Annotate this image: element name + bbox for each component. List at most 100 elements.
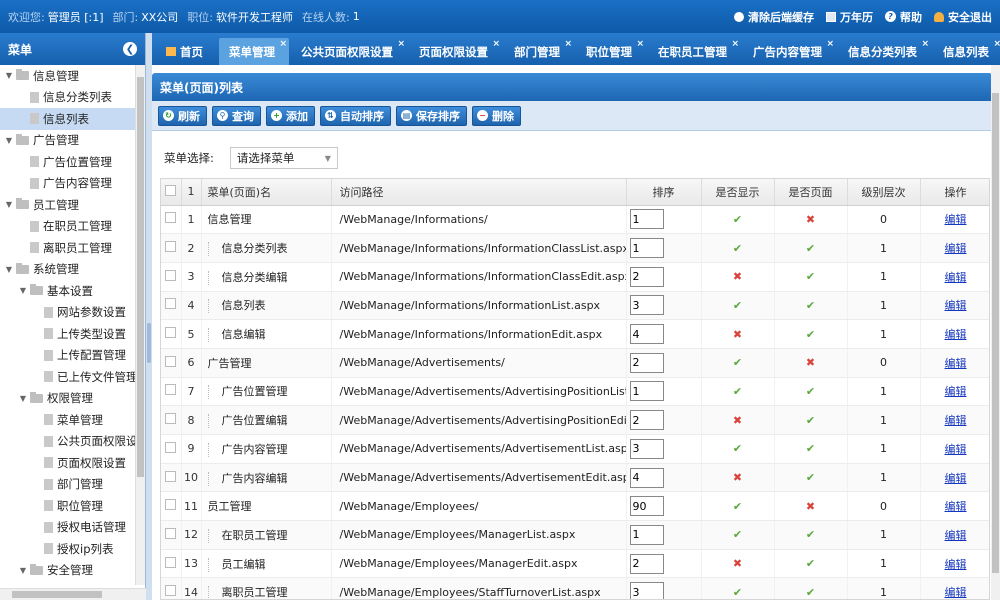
sort-input[interactable] — [629, 582, 664, 599]
tab[interactable]: 公共页面权限设置 × — [291, 38, 407, 65]
sort-input[interactable] — [629, 553, 664, 574]
tab[interactable]: 部门管理 × — [504, 38, 574, 65]
edit-link[interactable]: 编辑 — [945, 271, 967, 284]
sidebar-hscrollbar[interactable] — [0, 588, 146, 600]
sort-input[interactable] — [629, 524, 664, 545]
sidebar-item[interactable]: ▼ 系统管理 — [0, 259, 145, 281]
refresh-button[interactable]: ↻ 刷新 — [158, 105, 207, 126]
col-path[interactable]: 访问路径 — [331, 179, 627, 206]
expand-toggle-icon[interactable]: ▼ — [4, 200, 14, 209]
row-checkbox[interactable] — [161, 377, 182, 407]
tab[interactable]: 页面权限设置 × — [409, 38, 502, 65]
sidebar-item[interactable]: 公共页面权限设 — [0, 431, 145, 453]
col-page[interactable]: 是否页面 — [774, 179, 848, 206]
sidebar-item[interactable]: ▼ 基本设置 — [0, 280, 145, 302]
sidebar-item[interactable]: 已上传文件管理 — [0, 366, 145, 388]
edit-link[interactable]: 编辑 — [945, 500, 967, 513]
expand-toggle-icon[interactable]: ▼ — [18, 394, 28, 403]
tab[interactable]: 广告内容管理 × — [743, 38, 836, 65]
save-sort-button[interactable]: ▤ 保存排序 — [396, 105, 467, 126]
edit-link[interactable]: 编辑 — [945, 213, 967, 226]
sidebar-item[interactable]: 菜单管理 — [0, 409, 145, 431]
sort-input[interactable] — [629, 324, 664, 345]
edit-link[interactable]: 编辑 — [945, 357, 967, 370]
sidebar-item[interactable]: 部门管理 — [0, 474, 145, 496]
row-checkbox[interactable] — [161, 434, 182, 464]
row-checkbox[interactable] — [161, 549, 182, 579]
sidebar-item[interactable]: ▼ 信息管理 — [0, 65, 145, 87]
sidebar-item[interactable]: ▼ 权限管理 — [0, 388, 145, 410]
row-checkbox[interactable] — [161, 491, 182, 522]
tab[interactable]: 信息分类列表 × — [838, 38, 931, 65]
close-icon[interactable]: × — [636, 39, 644, 49]
col-show[interactable]: 是否显示 — [701, 179, 775, 206]
edit-link[interactable]: 编辑 — [945, 414, 967, 427]
sort-input[interactable] — [629, 496, 664, 517]
edit-link[interactable]: 编辑 — [945, 586, 967, 599]
row-checkbox[interactable] — [161, 291, 182, 321]
sidebar-item[interactable]: 在职员工管理 — [0, 216, 145, 238]
close-icon[interactable]: × — [731, 39, 739, 49]
row-checkbox[interactable] — [161, 577, 182, 599]
row-checkbox[interactable] — [161, 405, 182, 435]
sidebar-item[interactable]: ▼ 广告管理 — [0, 130, 145, 152]
sort-input[interactable] — [629, 238, 664, 259]
row-checkbox[interactable] — [161, 463, 182, 493]
sort-input[interactable] — [629, 266, 664, 287]
sidebar-item[interactable]: ▼ 员工管理 — [0, 194, 145, 216]
calendar-link[interactable]: 万年历 — [826, 9, 873, 25]
close-icon[interactable]: × — [993, 39, 1000, 49]
search-button[interactable]: ⚲ 查询 — [212, 105, 261, 126]
expand-toggle-icon[interactable]: ▼ — [4, 71, 14, 80]
sidebar-item[interactable]: 广告内容管理 — [0, 173, 145, 195]
row-checkbox[interactable] — [161, 520, 182, 550]
sidebar-item[interactable]: 广告位置管理 — [0, 151, 145, 173]
expand-toggle-icon[interactable]: ▼ — [18, 566, 28, 575]
col-name[interactable]: 菜单(页面)名 — [201, 179, 332, 206]
sidebar-item[interactable]: 上传配置管理 — [0, 345, 145, 367]
collapse-icon[interactable]: ❮ — [123, 42, 137, 56]
edit-link[interactable]: 编辑 — [945, 529, 967, 542]
sort-input[interactable] — [629, 295, 664, 316]
sort-input[interactable] — [629, 438, 664, 459]
row-checkbox[interactable] — [161, 319, 182, 349]
edit-link[interactable]: 编辑 — [945, 242, 967, 255]
sort-input[interactable] — [629, 352, 664, 373]
sidebar-item[interactable]: 网站参数设置 — [0, 302, 145, 324]
tab[interactable]: 在职员工管理 × — [648, 38, 741, 65]
expand-toggle-icon[interactable]: ▼ — [4, 265, 14, 274]
col-sort[interactable]: 排序 — [626, 179, 702, 206]
auto-sort-button[interactable]: ⇅ 自动排序 — [320, 105, 391, 126]
sidebar-item[interactable]: 信息列表 — [0, 108, 145, 130]
tab[interactable]: 信息列表 × — [933, 38, 1000, 65]
expand-toggle-icon[interactable]: ▼ — [18, 286, 28, 295]
sidebar-scrollbar[interactable] — [135, 65, 145, 585]
sidebar-item[interactable]: 上传类型设置 — [0, 323, 145, 345]
edit-link[interactable]: 编辑 — [945, 299, 967, 312]
row-checkbox[interactable] — [161, 205, 182, 235]
row-checkbox[interactable] — [161, 233, 182, 263]
close-icon[interactable]: × — [279, 39, 287, 49]
sidebar-item[interactable]: 页面权限设置 — [0, 452, 145, 474]
close-icon[interactable]: × — [564, 39, 572, 49]
logout-link[interactable]: 安全退出 — [934, 9, 992, 25]
main-scrollbar[interactable] — [991, 65, 1000, 600]
sort-input[interactable] — [629, 410, 664, 431]
close-icon[interactable]: × — [492, 39, 500, 49]
edit-link[interactable]: 编辑 — [945, 558, 967, 571]
sort-input[interactable] — [629, 467, 664, 488]
add-button[interactable]: + 添加 — [266, 105, 315, 126]
col-level[interactable]: 级别层次 — [847, 179, 921, 206]
tab[interactable]: 职位管理 × — [576, 38, 646, 65]
tab[interactable]: 菜单管理 × — [219, 38, 289, 65]
sidebar-item[interactable]: 授权电话管理 — [0, 517, 145, 539]
sort-input[interactable] — [629, 209, 664, 230]
row-checkbox[interactable] — [161, 262, 182, 292]
edit-link[interactable]: 编辑 — [945, 443, 967, 456]
help-link[interactable]: ? 帮助 — [885, 9, 922, 25]
clear-cache-link[interactable]: 清除后端缓存 — [734, 9, 814, 25]
edit-link[interactable]: 编辑 — [945, 472, 967, 485]
edit-link[interactable]: 编辑 — [945, 385, 967, 398]
edit-link[interactable]: 编辑 — [945, 328, 967, 341]
sidebar-item[interactable]: ▼ 安全管理 — [0, 560, 145, 582]
